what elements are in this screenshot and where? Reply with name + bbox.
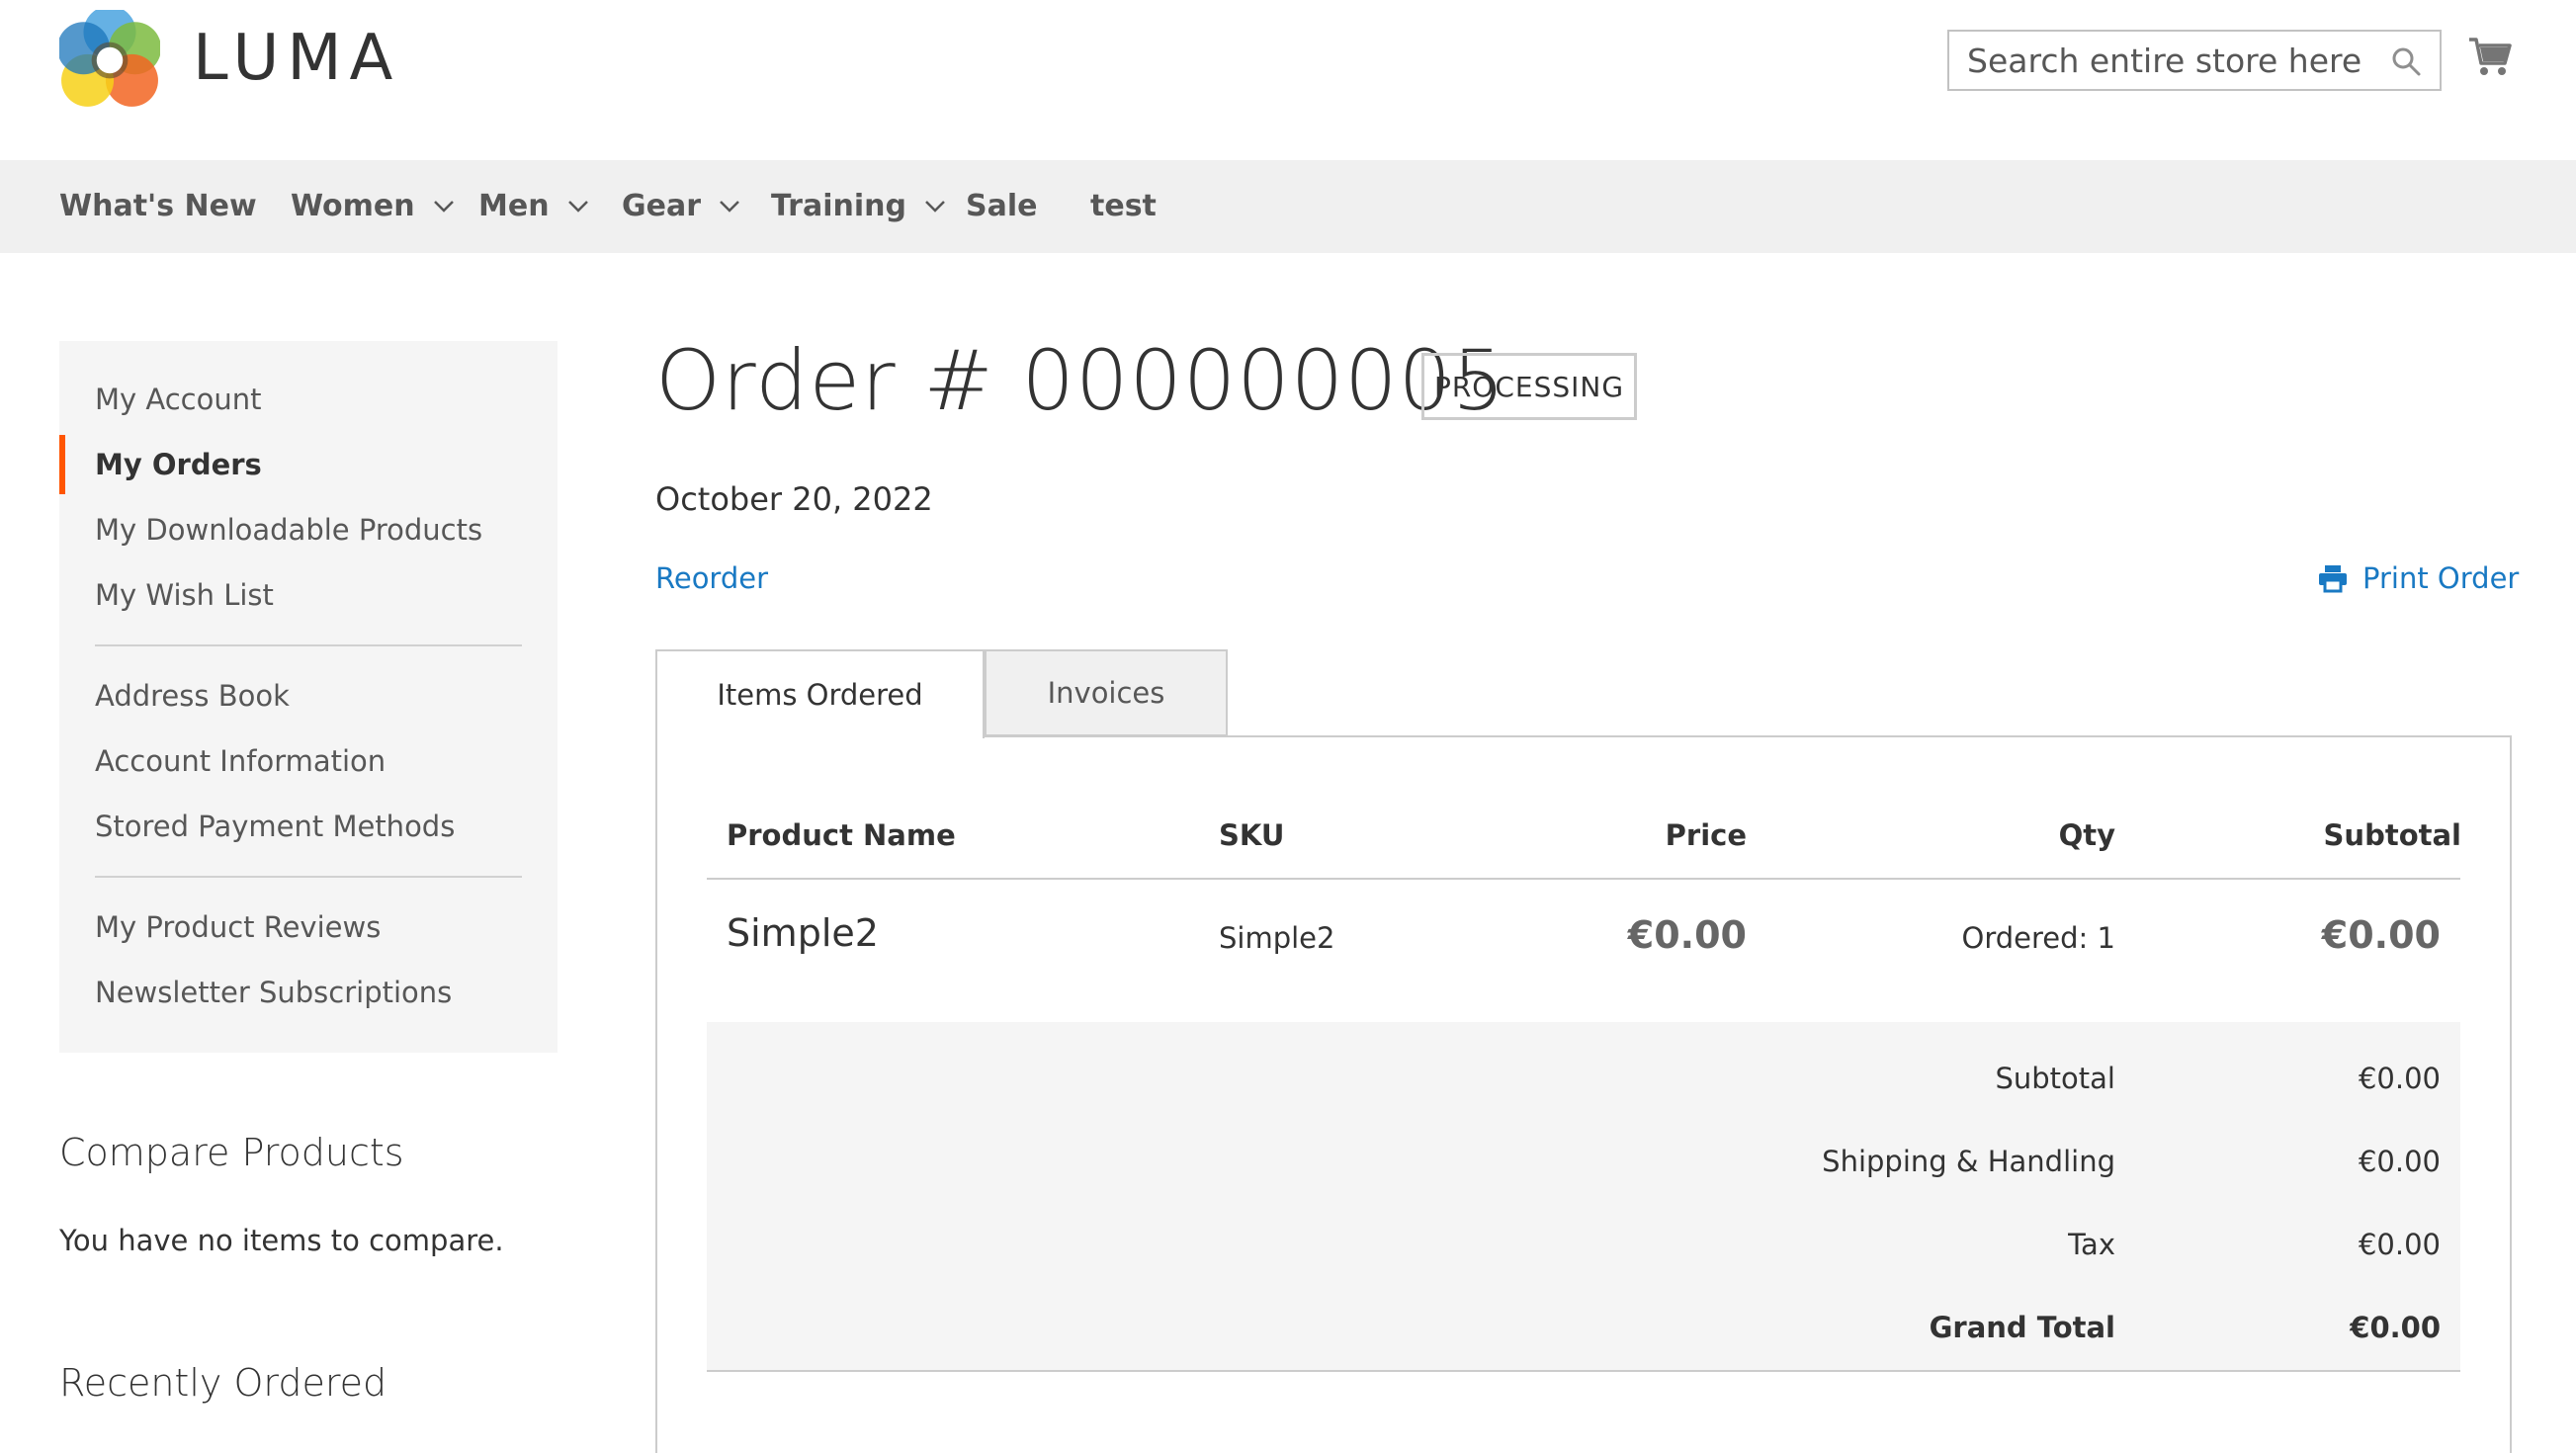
main-nav: What's New Women Men Gear Training Sale …	[0, 160, 2576, 253]
nav-item-men[interactable]: Men	[478, 160, 589, 253]
nav-item-label: test	[1090, 189, 1157, 223]
chevron-down-icon	[433, 201, 454, 213]
reorder-link[interactable]: Reorder	[655, 561, 768, 595]
nav-item-gear[interactable]: Gear	[622, 160, 740, 253]
nav-item-label: Men	[478, 189, 550, 223]
nav-item-whats-new[interactable]: What's New	[59, 160, 257, 253]
nav-item-sale[interactable]: Sale	[966, 160, 1037, 253]
compare-products-title: Compare Products	[59, 1131, 404, 1174]
chevron-down-icon	[925, 201, 945, 213]
nav-item-label: Women	[291, 189, 415, 223]
order-totals: Subtotal €0.00 Shipping & Handling €0.00…	[707, 1022, 2460, 1372]
sidebar-item-newsletter-subscriptions[interactable]: Newsletter Subscriptions	[95, 976, 452, 1009]
sku-cell: Simple2	[1219, 921, 1335, 955]
nav-item-training[interactable]: Training	[771, 160, 946, 253]
page-header: LUMA	[0, 0, 2576, 160]
sidebar-item-product-reviews[interactable]: My Product Reviews	[95, 910, 381, 944]
nav-item-label: Gear	[622, 189, 702, 223]
product-name-cell: Simple2	[727, 911, 879, 955]
cart-icon[interactable]	[2467, 34, 2513, 79]
qty-cell: Ordered: 1	[1961, 921, 2115, 955]
column-header-product-name: Product Name	[727, 818, 956, 852]
column-header-sku: SKU	[1219, 818, 1285, 852]
print-order-link[interactable]: Print Order	[2317, 561, 2519, 595]
nav-item-label: What's New	[59, 189, 257, 223]
recently-ordered-title: Recently Ordered	[59, 1361, 387, 1405]
totals-label-grand-total: Grand Total	[1929, 1311, 2115, 1344]
sidebar-item-my-account[interactable]: My Account	[95, 383, 262, 416]
totals-label-tax: Tax	[2068, 1228, 2115, 1261]
nav-item-women[interactable]: Women	[291, 160, 455, 253]
totals-label-shipping: Shipping & Handling	[1822, 1145, 2115, 1178]
sidebar-item-my-orders[interactable]: My Orders	[95, 448, 262, 481]
chevron-down-icon	[567, 201, 588, 213]
tab-items-ordered[interactable]: Items Ordered	[655, 649, 985, 738]
tab-invoices[interactable]: Invoices	[985, 649, 1228, 736]
printer-icon	[2319, 565, 2347, 593]
order-date: October 20, 2022	[655, 480, 933, 518]
nav-item-test[interactable]: test	[1090, 160, 1157, 253]
order-status-badge: PROCESSING	[1421, 353, 1637, 420]
totals-label-subtotal: Subtotal	[1995, 1062, 2115, 1095]
totals-value-shipping: €0.00	[2358, 1145, 2441, 1178]
search-box[interactable]	[1947, 30, 2442, 91]
sidebar-item-account-information[interactable]: Account Information	[95, 744, 386, 778]
subtotal-cell: €0.00	[2321, 913, 2441, 957]
sidebar-item-downloadable-products[interactable]: My Downloadable Products	[95, 513, 482, 547]
print-order-label: Print Order	[2362, 561, 2520, 595]
active-indicator	[59, 435, 65, 494]
logo-text[interactable]: LUMA	[193, 22, 400, 95]
totals-value-grand-total: €0.00	[2350, 1311, 2441, 1344]
table-header-divider	[707, 878, 2460, 880]
column-header-price: Price	[1665, 818, 1747, 852]
luma-logo[interactable]	[56, 5, 162, 111]
sidebar-divider	[95, 876, 522, 878]
sidebar-item-address-book[interactable]: Address Book	[95, 679, 290, 713]
page-title: Order # 000000005	[655, 332, 1506, 429]
sidebar-divider	[95, 644, 522, 646]
sidebar-item-wish-list[interactable]: My Wish List	[95, 578, 274, 612]
price-cell: €0.00	[1627, 913, 1747, 957]
sidebar-item-stored-payment-methods[interactable]: Stored Payment Methods	[95, 810, 455, 843]
search-input[interactable]	[1949, 32, 2364, 89]
search-icon[interactable]	[2390, 45, 2422, 77]
account-sidebar: My Account My Orders My Downloadable Pro…	[59, 341, 558, 1053]
nav-item-label: Sale	[966, 189, 1038, 223]
chevron-down-icon	[720, 201, 739, 213]
compare-products-empty-text: You have no items to compare.	[59, 1224, 504, 1257]
column-header-subtotal: Subtotal	[2323, 818, 2461, 852]
nav-item-label: Training	[771, 189, 906, 223]
column-header-qty: Qty	[2058, 818, 2115, 852]
totals-value-tax: €0.00	[2358, 1228, 2441, 1261]
totals-value-subtotal: €0.00	[2358, 1062, 2441, 1095]
